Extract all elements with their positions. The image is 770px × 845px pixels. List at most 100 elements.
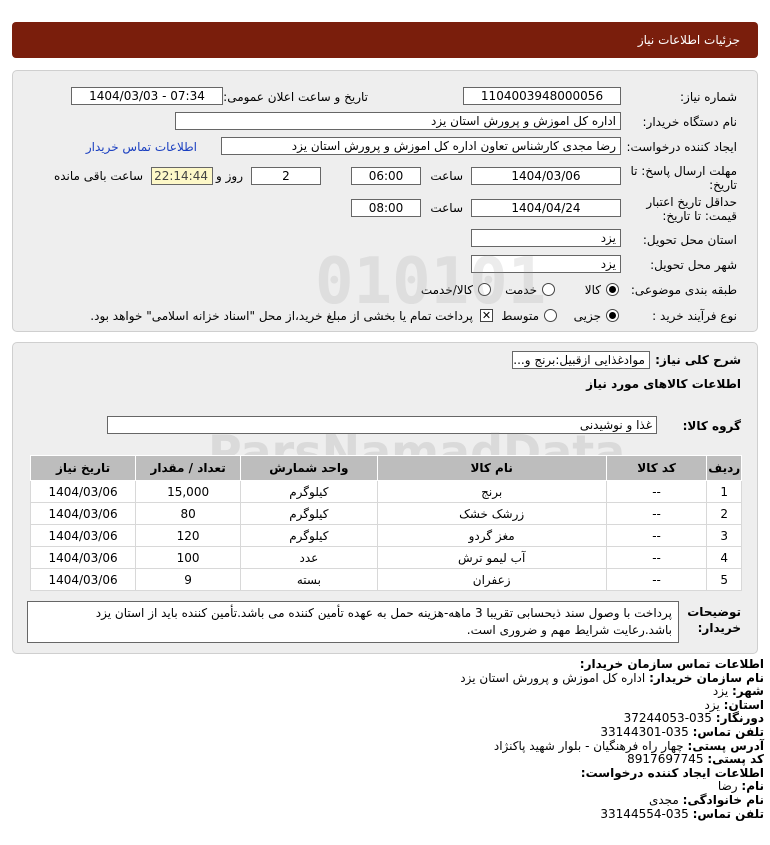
col-unit: واحد شمارش [240,455,378,481]
cell-goods-code: -- [605,524,708,547]
cell-need-date: 1404/03/06 [29,524,137,547]
cell-quantity: 80 [135,502,242,525]
cell-goods-code: -- [605,502,708,525]
deadline-time-label: ساعت [430,169,463,183]
creator-field: رضا مجدی کارشناس تعاون اداره کل اموزش و … [221,137,621,155]
province-field: یزد [471,229,621,247]
remaining-time-field: 22:14:44 [151,167,213,185]
contact-address-value: چهار راه فرهنگیان - بلوار شهید پاکنژاد [493,738,684,753]
process-label: نوع فرآیند خرید : [652,309,737,323]
cell-goods-name: آب لیمو ترش [376,546,607,569]
cell-need-date: 1404/03/06 [29,502,137,525]
buyer-notes-label-2: خریدار: [697,621,741,635]
cell-unit: کیلوگرم [240,524,378,547]
cell-need-date: 1404/03/06 [29,480,137,503]
creator-phone-value: 035-33144554 [600,806,689,821]
cell-goods-name: برنج [376,480,607,503]
category-both-label: کالا/خدمت [420,283,473,297]
announce-label: تاریخ و ساعت اعلان عمومی: [223,90,368,104]
cell-unit: عدد [240,546,378,569]
cell-goods-name: زعفران [376,568,607,591]
goods-table: ردیف کد کالا نام کالا واحد شمارش تعداد /… [29,455,742,591]
category-goods-radio[interactable] [606,283,619,296]
creator-label: ایجاد کننده درخواست: [626,140,737,154]
city-field: یزد [471,255,621,273]
validity-time-label: ساعت [430,201,463,215]
buyer-notes-label: توضیحات [687,605,741,619]
category-service-radio[interactable] [542,283,555,296]
contact-org-key: نام سازمان خریدار: [649,670,764,685]
validity-date-field: 1404/04/24 [471,199,621,217]
process-medium-label: متوسط [501,309,539,323]
city-label: شهر محل تحویل: [650,258,737,272]
col-need-date: تاریخ نیاز [29,455,137,481]
contact-city-key: شهر: [732,684,764,699]
col-quantity: تعداد / مقدار [135,455,242,481]
goods-group-label: گروه کالا: [682,419,741,433]
cell-need-date: 1404/03/06 [29,546,137,569]
cell-row-number: 4 [706,546,742,569]
announce-field: 1404/03/03 - 07:34 [71,87,223,105]
validity-label-2: قیمت: تا تاریخ: [662,209,737,223]
cell-goods-name: مغز گردو [376,524,607,547]
days-label: روز و [216,169,243,183]
days-field: 2 [251,167,321,185]
col-row-number: ردیف [706,455,742,481]
cell-row-number: 5 [706,568,742,591]
contact-address-key: آدرس پستی: [687,738,764,753]
need-info-panel: شماره نیاز: 1104003948000056 تاریخ و ساع… [12,70,758,332]
category-goods-label: کالا [584,283,601,297]
payment-note: پرداخت تمام یا بخشی از مبلغ خرید،از محل … [90,309,473,323]
cell-row-number: 2 [706,502,742,525]
need-number-field: 1104003948000056 [463,87,621,105]
creator-family-key: نام خانوادگی: [682,792,764,807]
contact-info: اطلاعات تماس سازمان خریدار: نام سازمان خ… [4,657,764,821]
cell-quantity: 100 [135,546,242,569]
process-partial-radio[interactable] [606,309,619,322]
cell-goods-code: -- [605,546,708,569]
table-row: 3 -- مغز گردو کیلوگرم 120 1404/03/06 [29,524,742,547]
buyer-notes-box: پرداخت با وصول سند ذیحسابی تقریبا 3 ماهه… [27,601,679,643]
category-label: طبقه بندی موضوعی: [630,283,737,297]
table-row: 4 -- آب لیمو ترش عدد 100 1404/03/06 [29,546,742,569]
contact-fax-key: دورنگار: [715,711,764,726]
contact-phone-key: تلفن تماس: [692,724,764,739]
table-row: 2 -- زرشک خشک کیلوگرم 80 1404/03/06 [29,502,742,525]
col-goods-code: کد کالا [605,455,708,481]
creator-phone-key: تلفن تماس: [692,806,764,821]
cell-goods-name: زرشک خشک [376,502,607,525]
need-number-label: شماره نیاز: [680,90,737,104]
cell-goods-code: -- [605,568,708,591]
creator-info-title: اطلاعات ایجاد کننده درخواست: [580,765,764,780]
cell-unit: کیلوگرم [240,502,378,525]
contact-fax-value: 035-37244053 [623,711,712,726]
contact-zip-value: 8917697745 [627,752,704,767]
validity-label: حداقل تاریخ اعتبار [646,195,737,209]
process-medium-radio[interactable] [544,309,557,322]
remaining-label: ساعت باقی مانده [53,169,143,183]
cell-goods-code: -- [605,480,708,503]
cell-quantity: 15,000 [135,480,242,503]
goods-group-field: غذا و نوشیدنی [107,416,657,434]
page-title: جزئیات اطلاعات نیاز [637,33,740,47]
page-header: جزئیات اطلاعات نیاز [12,22,758,58]
province-label: استان محل تحویل: [642,233,737,247]
category-both-radio[interactable] [478,283,491,296]
deadline-time-field: 06:00 [351,167,421,185]
buyer-notes-line-2: باشد.رعایت شرایط مهم و ضروری است. [466,623,672,637]
cell-row-number: 1 [706,480,742,503]
process-partial-label: جزیی [573,309,601,323]
treasury-payment-checkbox[interactable]: ✕ [480,309,493,322]
table-header-row: ردیف کد کالا نام کالا واحد شمارش تعداد /… [29,455,742,481]
deadline-label-2: تاریخ: [709,178,737,192]
contact-phone-value: 035-33144301 [600,724,689,739]
contact-province-key: استان: [723,697,764,712]
buyer-contact-link[interactable]: اطلاعات تماس خریدار [86,140,197,154]
contact-org-value: اداره کل اموزش و پرورش استان یزد [460,670,646,685]
category-service-label: خدمت [505,283,537,297]
goods-info-title: اطلاعات کالاهای مورد نیاز [586,377,741,391]
cell-unit: کیلوگرم [240,480,378,503]
contact-title: اطلاعات تماس سازمان خریدار: [579,657,764,671]
table-row: 1 -- برنج کیلوگرم 15,000 1404/03/06 [29,480,742,503]
cell-row-number: 3 [706,524,742,547]
